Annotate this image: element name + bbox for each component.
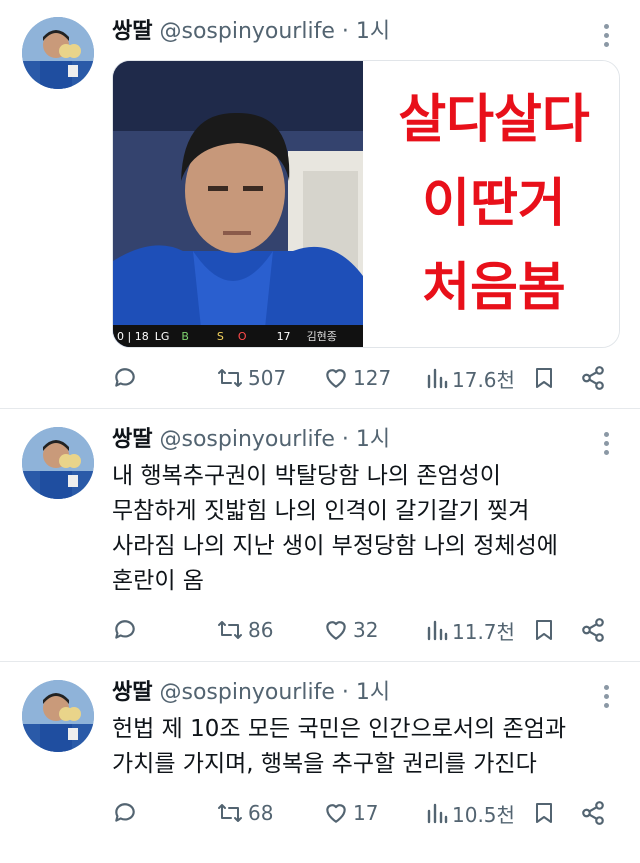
more-icon[interactable]: [604, 432, 610, 459]
bookmark-button[interactable]: [532, 360, 556, 396]
separator: ·: [341, 19, 349, 44]
reply-icon: [115, 620, 135, 639]
like-count: 32: [353, 618, 379, 642]
reply-icon: [115, 368, 135, 387]
tweet[interactable]: 쌍딸 @sospinyourlife · 1시 헌법 제 10조 모든 국민은 …: [0, 662, 640, 863]
bookmark-icon: [536, 368, 552, 388]
share-button[interactable]: [580, 795, 606, 831]
tweet-text-line: 가치를 가지며, 행복을 추구할 권리를 가진다: [112, 751, 537, 777]
views-count: 10.5천: [452, 802, 515, 827]
bookmark-button[interactable]: [532, 612, 556, 648]
views-button[interactable]: 17.6천: [426, 360, 515, 396]
player-name: 김현종: [306, 330, 337, 343]
retweet-icon: [218, 369, 242, 387]
separator: ·: [341, 680, 349, 705]
retweet-icon: [218, 621, 242, 639]
share-button[interactable]: [580, 612, 606, 648]
share-icon: [582, 366, 604, 390]
team-text: LG: [154, 329, 170, 343]
more-icon[interactable]: [604, 24, 610, 51]
caption-line: 살다살다: [398, 90, 590, 150]
bookmark-icon: [536, 803, 552, 823]
avatar-image: [22, 427, 94, 499]
ball-count: B: [181, 329, 189, 343]
tweet-header: 쌍딸 @sospinyourlife · 1시: [112, 425, 390, 455]
bookmark-button[interactable]: [532, 795, 556, 831]
inning-text: 17: [276, 329, 291, 343]
timestamp[interactable]: 1시: [356, 680, 390, 705]
tweet-header: 쌍딸 @sospinyourlife · 1시: [112, 17, 390, 47]
reply-button[interactable]: [112, 360, 138, 396]
avatar[interactable]: [22, 680, 94, 752]
tweet-text-line: 헌법 제 10조 모든 국민은 인간으로서의 존엄과: [112, 716, 567, 742]
tweet-media[interactable]: 0 | 18 LG B S O 17 김현종 살다살다 이딴거 처음봄: [112, 60, 620, 348]
tweet[interactable]: 쌍딸 @sospinyourlife · 1시 내 행복추구권이 박탈당함 나의…: [0, 409, 640, 661]
like-button[interactable]: 32: [323, 612, 378, 648]
caption-line: 이딴거: [422, 174, 566, 234]
share-icon: [582, 801, 604, 825]
share-icon: [582, 618, 604, 642]
strike-count: S: [216, 329, 224, 343]
user-handle[interactable]: @sospinyourlife: [159, 680, 334, 705]
views-icon: [427, 803, 448, 824]
tweet-text-line: 내 행복추구권이 박탈당함 나의 존엄성이: [112, 463, 501, 489]
user-handle[interactable]: @sospinyourlife: [159, 19, 334, 44]
action-bar: 507 127 17.6천: [112, 360, 620, 396]
separator: ·: [341, 427, 349, 452]
retweet-count: 68: [248, 801, 274, 825]
tweet-text: 헌법 제 10조 모든 국민은 인간으로서의 존엄과 가치를 가지며, 행복을 …: [112, 712, 612, 782]
reply-button[interactable]: [112, 795, 138, 831]
tweet-text-line: 무참하게 짓밟힘 나의 인격이 갈기갈기 찢겨: [112, 498, 530, 524]
retweet-button[interactable]: 507: [216, 360, 286, 396]
action-bar: 68 17 10.5천: [112, 795, 620, 831]
reply-button[interactable]: [112, 612, 138, 648]
avatar-image: [22, 17, 94, 89]
retweet-button[interactable]: 86: [216, 612, 273, 648]
user-handle[interactable]: @sospinyourlife: [159, 427, 334, 452]
retweet-button[interactable]: 68: [216, 795, 273, 831]
views-icon: [427, 620, 448, 641]
like-icon: [326, 804, 346, 823]
views-button[interactable]: 10.5천: [426, 795, 515, 831]
share-button[interactable]: [580, 360, 606, 396]
like-button[interactable]: 127: [323, 360, 391, 396]
retweet-count: 507: [248, 366, 287, 390]
bookmark-icon: [536, 620, 552, 640]
views-count: 17.6천: [452, 367, 515, 392]
score-text: 0 | 18: [117, 329, 149, 343]
like-icon: [326, 621, 346, 640]
tweet-text: 내 행복추구권이 박탈당함 나의 존엄성이 무참하게 짓밟힘 나의 인격이 갈기…: [112, 459, 612, 599]
timestamp[interactable]: 1시: [356, 19, 390, 44]
views-button[interactable]: 11.7천: [426, 612, 515, 648]
retweet-icon: [218, 804, 242, 822]
like-count: 17: [353, 801, 379, 825]
caption-line: 처음봄: [422, 258, 566, 318]
media-caption-card[interactable]: 살다살다 이딴거 처음봄: [369, 61, 619, 347]
like-icon: [326, 369, 346, 388]
timestamp[interactable]: 1시: [356, 427, 390, 452]
display-name[interactable]: 쌍딸: [112, 680, 152, 705]
action-bar: 86 32 11.7천: [112, 612, 620, 648]
views-icon: [427, 368, 448, 389]
like-button[interactable]: 17: [323, 795, 378, 831]
tweet-header: 쌍딸 @sospinyourlife · 1시: [112, 678, 390, 708]
avatar-image: [22, 680, 94, 752]
tweet-text-line: 혼란이 옴: [112, 568, 204, 594]
tweet[interactable]: 쌍딸 @sospinyourlife · 1시 0 | 18 LG B S O …: [0, 0, 640, 408]
tweet-text-line: 사라짐 나의 지난 생이 부정당함 나의 정체성에: [112, 533, 558, 559]
more-icon[interactable]: [604, 685, 610, 712]
out-count: O: [237, 329, 247, 343]
views-count: 11.7천: [452, 619, 515, 644]
person-photo: [113, 61, 363, 347]
media-photo[interactable]: 0 | 18 LG B S O 17 김현종: [113, 61, 363, 347]
score-bar: 0 | 18 LG B S O 17 김현종: [113, 325, 363, 347]
like-count: 127: [353, 366, 392, 390]
avatar[interactable]: [22, 427, 94, 499]
reply-icon: [115, 803, 135, 822]
avatar[interactable]: [22, 17, 94, 89]
retweet-count: 86: [248, 618, 274, 642]
display-name[interactable]: 쌍딸: [112, 19, 152, 44]
display-name[interactable]: 쌍딸: [112, 427, 152, 452]
